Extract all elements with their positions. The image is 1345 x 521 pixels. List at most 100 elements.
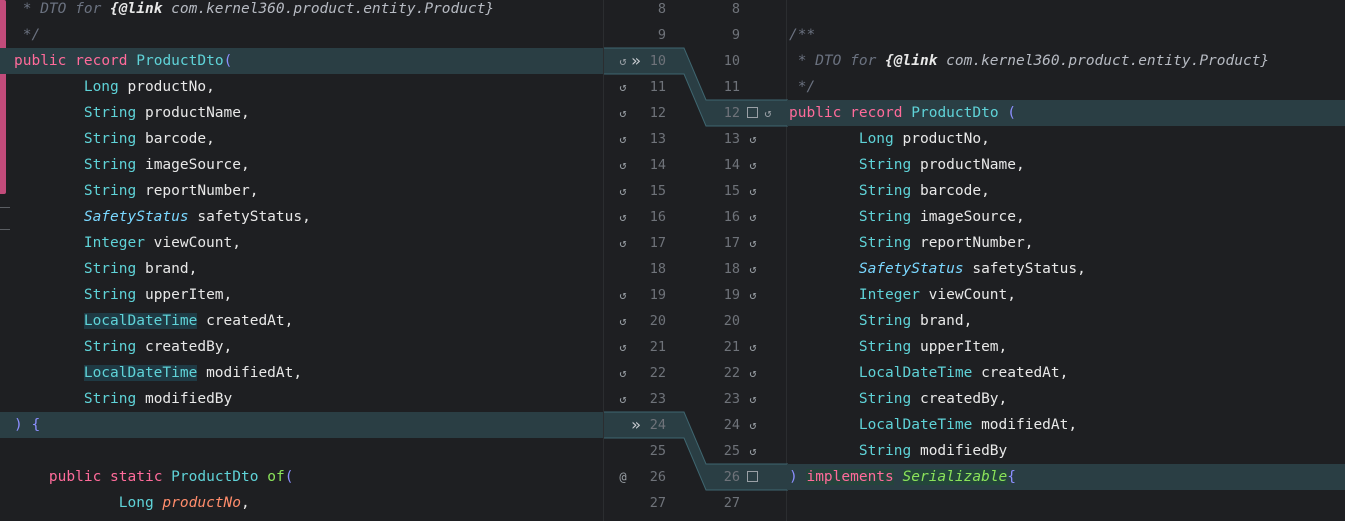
right-line-number: 23 xyxy=(723,391,740,407)
revert-change-icon[interactable]: ↺ xyxy=(616,282,630,308)
code-token: LocalDateTime xyxy=(858,417,973,433)
right-code-line[interactable]: String brand, xyxy=(787,308,1345,334)
right-code-line[interactable]: LocalDateTime modifiedAt, xyxy=(787,412,1345,438)
right-code-line[interactable]: String imageSource, xyxy=(787,204,1345,230)
code-token: safetyStatus, xyxy=(963,261,1086,277)
left-editor-pane[interactable]: * DTO for {@link com.kernel360.product.e… xyxy=(0,0,603,521)
right-code-line[interactable]: String createdBy, xyxy=(787,386,1345,412)
right-line-number: 16 xyxy=(723,209,740,225)
left-code-line[interactable]: Long productNo, xyxy=(0,74,603,100)
code-token: createdAt, xyxy=(197,313,294,329)
revert-change-icon[interactable]: ↺ xyxy=(616,152,630,178)
revert-change-icon[interactable]: ↺ xyxy=(616,386,630,412)
revert-change-icon[interactable]: ↺ xyxy=(746,282,760,308)
revert-change-icon[interactable]: ↺ xyxy=(746,204,760,230)
right-code-line[interactable]: LocalDateTime createdAt, xyxy=(787,360,1345,386)
apply-left-change-chevron-icon[interactable]: » xyxy=(628,412,644,438)
revert-change-icon[interactable]: ↺ xyxy=(616,100,630,126)
left-code-line[interactable]: String modifiedBy xyxy=(0,386,603,412)
revert-change-icon[interactable]: ↺ xyxy=(746,386,760,412)
revert-change-icon[interactable]: ↺ xyxy=(746,412,760,438)
left-code-line[interactable]: * DTO for {@link com.kernel360.product.e… xyxy=(0,0,603,22)
code-token: productNo xyxy=(162,495,241,511)
left-code-line[interactable]: Integer viewCount, xyxy=(0,230,603,256)
left-code-line[interactable]: public record ProductDto( xyxy=(0,48,603,74)
left-code-line[interactable]: String barcode, xyxy=(0,126,603,152)
revert-change-icon[interactable]: ↺ xyxy=(746,178,760,204)
apply-change-checkbox[interactable] xyxy=(745,100,759,126)
code-token: Long xyxy=(83,79,119,95)
revert-change-icon[interactable]: ↺ xyxy=(616,74,630,100)
code-token: modifiedBy xyxy=(136,391,233,407)
revert-change-icon[interactable]: ↺ xyxy=(746,334,760,360)
right-code-line[interactable]: public record ProductDto ( xyxy=(787,100,1345,126)
apply-change-checkbox[interactable] xyxy=(745,464,759,490)
revert-change-icon[interactable]: ↺ xyxy=(616,230,630,256)
left-code-line[interactable]: SafetyStatus safetyStatus, xyxy=(0,204,603,230)
revert-change-icon[interactable]: ↺ xyxy=(616,126,630,152)
code-token: barcode, xyxy=(911,183,990,199)
code-token: ( xyxy=(1007,105,1017,121)
right-code-line[interactable] xyxy=(787,0,1345,22)
left-code-line[interactable]: LocalDateTime modifiedAt, xyxy=(0,360,603,386)
left-code-line[interactable]: ) { xyxy=(0,412,603,438)
left-code-line[interactable]: String upperItem, xyxy=(0,282,603,308)
code-token: ( xyxy=(284,469,294,485)
code-token: implements xyxy=(806,469,894,485)
left-code-line[interactable]: LocalDateTime createdAt, xyxy=(0,308,603,334)
revert-change-icon[interactable]: ↺ xyxy=(746,438,760,464)
left-code-line[interactable]: String productName, xyxy=(0,100,603,126)
code-token: String xyxy=(83,287,137,303)
code-token: String xyxy=(858,157,912,173)
left-line-number: 22 xyxy=(649,365,666,381)
code-token: safetyStatus, xyxy=(188,209,311,225)
right-editor-pane[interactable]: /** * DTO for {@link com.kernel360.produ… xyxy=(787,0,1345,521)
left-code-line[interactable]: String imageSource, xyxy=(0,152,603,178)
revert-change-icon[interactable]: ↺ xyxy=(746,256,760,282)
revert-change-icon[interactable]: ↺ xyxy=(746,126,760,152)
revert-change-icon[interactable]: ↺ xyxy=(616,360,630,386)
left-code-line[interactable]: String brand, xyxy=(0,256,603,282)
right-code-line[interactable]: Integer viewCount, xyxy=(787,282,1345,308)
revert-change-icon[interactable]: ↺ xyxy=(746,152,760,178)
annotation-icon[interactable]: @ xyxy=(616,464,630,490)
right-code-line[interactable]: ) implements Serializable{ xyxy=(787,464,1345,490)
apply-left-change-chevron-icon[interactable]: » xyxy=(628,48,644,74)
code-token: productName, xyxy=(911,157,1025,173)
revert-change-icon[interactable]: ↺ xyxy=(616,308,630,334)
right-line-number: 27 xyxy=(723,495,740,511)
revert-change-icon[interactable]: ↺ xyxy=(761,100,775,126)
revert-change-icon[interactable]: ↺ xyxy=(616,178,630,204)
left-code-line[interactable]: String reportNumber, xyxy=(0,178,603,204)
right-code-line[interactable]: */ xyxy=(787,74,1345,100)
revert-change-icon[interactable]: ↺ xyxy=(616,334,630,360)
code-token: * DTO for xyxy=(14,1,111,17)
right-code-line[interactable]: String barcode, xyxy=(787,178,1345,204)
right-code-line[interactable]: /** xyxy=(787,22,1345,48)
left-code-line[interactable]: Long productNo, xyxy=(0,490,603,516)
code-token: String xyxy=(858,183,912,199)
right-line-number: 13 xyxy=(723,131,740,147)
right-code-line[interactable]: String upperItem, xyxy=(787,334,1345,360)
left-code-line[interactable]: String createdBy, xyxy=(0,334,603,360)
code-token: public xyxy=(48,469,102,485)
right-code-line[interactable]: String modifiedBy xyxy=(787,438,1345,464)
right-code-line[interactable]: * DTO for {@link com.kernel360.product.e… xyxy=(787,48,1345,74)
diff-connector-shapes xyxy=(604,47,788,491)
right-code-line[interactable]: String reportNumber, xyxy=(787,230,1345,256)
left-code-line[interactable] xyxy=(0,438,603,464)
revert-change-icon[interactable]: ↺ xyxy=(616,204,630,230)
right-line-number: 14 xyxy=(723,157,740,173)
left-code-line[interactable]: */ xyxy=(0,22,603,48)
right-code-line[interactable]: String productName, xyxy=(787,152,1345,178)
code-token: String xyxy=(83,183,137,199)
right-code-line[interactable]: SafetyStatus safetyStatus, xyxy=(787,256,1345,282)
code-token: ProductDto xyxy=(911,105,999,121)
revert-change-icon[interactable]: ↺ xyxy=(746,360,760,386)
left-code-line[interactable]: public static ProductDto of( xyxy=(0,464,603,490)
revert-change-icon[interactable]: ↺ xyxy=(746,230,760,256)
right-code-line[interactable]: Long productNo, xyxy=(787,126,1345,152)
